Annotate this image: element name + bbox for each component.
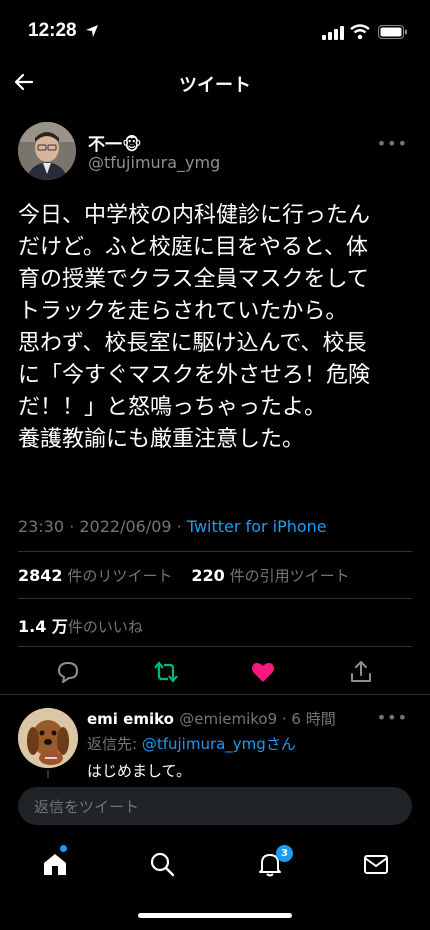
reply-to-user[interactable]: @tfujimura_ymg <box>142 735 266 753</box>
tweet-line: 思わず、校長室に駆け込んで、校長 <box>18 331 367 356</box>
wifi-icon <box>350 24 370 40</box>
reply-to-suffix: さん <box>265 735 296 753</box>
like-count-link[interactable]: 1.4 万件のいいね <box>18 613 143 637</box>
reply-to: 返信先: @tfujimura_ymgさん <box>87 733 296 754</box>
notifications-badge: 3 <box>276 845 293 862</box>
reply-avatar[interactable] <box>18 708 78 768</box>
divider <box>18 551 412 552</box>
divider <box>18 646 412 647</box>
quote-count-link[interactable]: 220 件の引用ツイート <box>191 566 350 585</box>
divider <box>18 598 412 599</box>
reply-placeholder: 返信をツイート <box>34 798 140 816</box>
tweet-line: 育の授業でクラス全員マスクをして <box>18 267 369 292</box>
divider <box>0 694 430 695</box>
tweet-line: 今日、中学校の内科健診に行ったん <box>18 203 371 228</box>
reply-icon[interactable] <box>54 658 82 686</box>
retweet-label: 件のリツイート <box>67 567 173 585</box>
author-handle[interactable]: @tfujimura_ymg <box>88 153 220 172</box>
reply-input[interactable]: 返信をツイート <box>18 787 412 825</box>
status-bar: 12:28 <box>0 0 430 62</box>
retweet-icon[interactable] <box>152 658 180 686</box>
more-options-icon[interactable]: ••• <box>377 134 408 153</box>
tweet-header: ツイート <box>0 62 430 104</box>
reply-name: emi emiko <box>87 710 174 728</box>
thread-line <box>47 770 49 778</box>
location-arrow-icon <box>86 25 98 37</box>
page-title: ツイート <box>179 75 251 96</box>
share-icon[interactable] <box>347 658 375 686</box>
retweet-count: 2842 <box>18 566 63 585</box>
quote-count: 220 <box>191 566 225 585</box>
signal-icon <box>322 26 344 40</box>
reply-to-prefix: 返信先: <box>87 735 142 753</box>
tweet-line: に「今すぐマスクを外させろ！危険 <box>18 363 371 388</box>
tweet-timestamp: 23:30 · 2022/06/09 · <box>18 517 187 536</box>
tweet-line: だ！！」と怒鳴っちゃったよ。 <box>18 395 327 420</box>
tweet-line: 養護教諭にも厳重注意した。 <box>18 427 305 452</box>
tweet-meta: 23:30 · 2022/06/09 · Twitter for iPhone <box>18 517 327 536</box>
like-label: 件のいいね <box>67 618 143 636</box>
reply-more-icon[interactable]: ••• <box>377 708 408 727</box>
home-icon[interactable] <box>41 850 69 878</box>
mail-icon[interactable] <box>362 850 390 878</box>
tweet-source[interactable]: Twitter for iPhone <box>187 517 327 536</box>
home-new-dot <box>60 845 67 852</box>
tweet-text: 今日、中学校の内科健診に行ったん だけど。ふと校庭に目をやると、体 育の授業でク… <box>18 200 418 456</box>
tweet-stats: 2842 件のリツイート 220 件の引用ツイート <box>18 565 350 586</box>
like-count: 1.4 万 <box>18 617 68 636</box>
battery-icon <box>378 25 407 39</box>
reply-text: はじめまして。 <box>87 762 192 780</box>
reply-handle: @emiemiko9 · 6 時間 <box>179 710 336 728</box>
like-icon[interactable] <box>249 658 277 686</box>
status-time: 12:28 <box>28 20 77 41</box>
home-indicator[interactable] <box>138 913 292 918</box>
quote-label: 件の引用ツイート <box>229 567 350 585</box>
tweet-line: トラックを走らされていたから。 <box>18 299 348 324</box>
tweet-line: だけど。ふと校庭に目をやると、体 <box>18 235 369 260</box>
reply-author[interactable]: emi emiko @emiemiko9 · 6 時間 <box>87 708 336 729</box>
author-avatar[interactable] <box>18 122 76 180</box>
search-icon[interactable] <box>148 850 176 878</box>
author-name[interactable]: 不一🐵 <box>88 130 142 155</box>
tweet-actions <box>0 658 430 686</box>
retweet-count-link[interactable]: 2842 件のリツイート <box>18 566 173 585</box>
